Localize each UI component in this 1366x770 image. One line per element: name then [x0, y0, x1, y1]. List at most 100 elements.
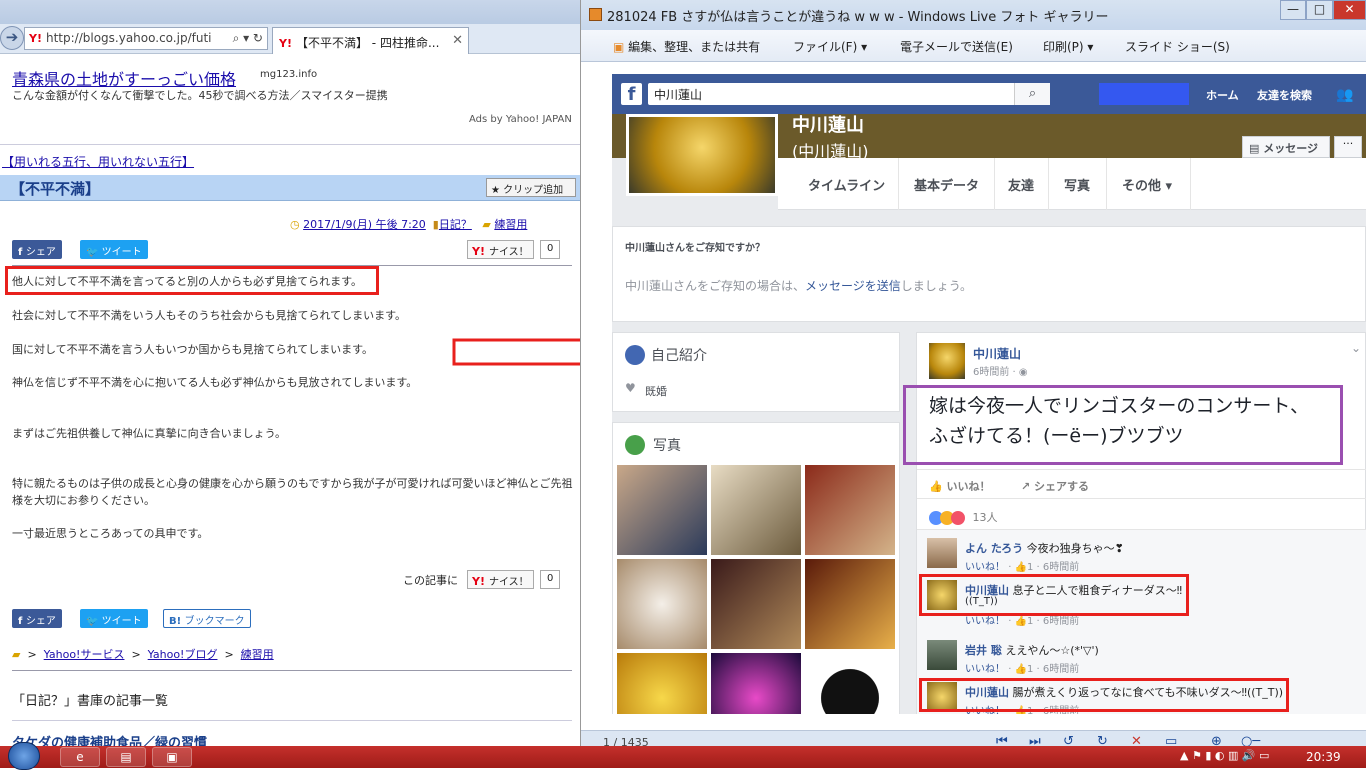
- photo-thumbnail[interactable]: [805, 465, 895, 555]
- ad-description: こんな金額が付くなんて衝撃でした。45秒で調べる方法／スマイスター提携: [12, 89, 388, 102]
- profile-picture[interactable]: [626, 114, 778, 196]
- tab-separator: [1106, 158, 1107, 210]
- search-icon[interactable]: ⌕: [1014, 83, 1050, 105]
- comment-like-link[interactable]: いいね！: [965, 562, 1005, 573]
- comment-like-link[interactable]: いいね！: [965, 616, 1005, 627]
- menu-slideshow[interactable]: スライド ショー(S): [1125, 38, 1230, 55]
- like-button[interactable]: 👍 いいね！: [929, 478, 991, 494]
- know-text: 中川蓮山さんをご存知の場合は、メッセージを送信しましょう。: [625, 277, 972, 294]
- facebook-icon: f: [18, 616, 26, 627]
- post-author[interactable]: 中川蓮山: [973, 345, 1021, 362]
- maximize-button[interactable]: □: [1306, 0, 1333, 20]
- breadcrumb-practice[interactable]: 練習用: [241, 648, 274, 661]
- comment-meta: いいね！ · 👍1 · 6時間前: [965, 660, 1079, 675]
- know-this-person-card: 中川蓮山さんをご存知ですか？ 中川蓮山さんをご存知の場合は、メッセージを送信しま…: [612, 226, 1366, 322]
- fb-search-input[interactable]: 中川蓮山: [648, 83, 1050, 105]
- breadcrumb-yahoo-blog[interactable]: Yahoo!ブログ: [148, 648, 218, 661]
- redacted-profile: [1099, 83, 1189, 105]
- close-button[interactable]: ✕: [1333, 0, 1366, 20]
- comment-body: 今夜わ独身ちゃ〜❣: [1026, 542, 1124, 555]
- share-button[interactable]: ↗ シェアする: [1021, 478, 1089, 494]
- know-heading: 中川蓮山さんをご存知ですか？: [625, 243, 765, 254]
- nav-home[interactable]: ホーム: [1206, 87, 1239, 103]
- heart-icon: ♥: [625, 381, 636, 395]
- photo-thumbnail[interactable]: [617, 653, 707, 714]
- tab-about[interactable]: 基本データ: [914, 175, 979, 194]
- photo-thumbnail[interactable]: [711, 559, 801, 649]
- minimize-button[interactable]: —: [1280, 0, 1306, 20]
- address-bar[interactable]: Y! http://blogs.yahoo.co.jp/futi ⌕ ▾ ↻: [24, 27, 268, 50]
- friends-icon[interactable]: 👥: [1336, 87, 1353, 103]
- tab-more[interactable]: その他 ▾: [1122, 175, 1172, 194]
- clip-add-button[interactable]: ★ クリップ追加: [486, 178, 576, 197]
- menu-file[interactable]: ファイル(F) ▾: [793, 38, 867, 55]
- commenter-name[interactable]: よん たろう: [965, 542, 1023, 555]
- post-date-link[interactable]: 2017/1/9(月) 午後 7:20: [303, 218, 426, 231]
- nice-button[interactable]: Y! ナイス！: [467, 240, 534, 259]
- menu-edit-share-label: 編集、整理、または共有: [628, 40, 761, 54]
- explorer-taskbar-icon[interactable]: ▤: [106, 747, 146, 767]
- tab-photos[interactable]: 写真: [1064, 175, 1090, 194]
- browser-tab[interactable]: Y! 【不平不満】 - 四柱推命... ✕: [272, 27, 469, 54]
- intro-heading: 自己紹介: [651, 348, 707, 364]
- divider: [0, 144, 583, 145]
- globe-icon: ◉: [1018, 367, 1028, 378]
- photo-thumbnail[interactable]: [805, 653, 895, 714]
- send-message-link[interactable]: メッセージを送信: [805, 279, 901, 293]
- nice-button-bottom[interactable]: Y! ナイス！: [467, 570, 534, 589]
- post-time: 6時間前 · ◉: [973, 363, 1028, 378]
- photos-icon: [625, 435, 645, 455]
- post-avatar[interactable]: [929, 343, 965, 379]
- prev-post-link[interactable]: 【用いれる五行、用いれない五行】: [2, 153, 194, 170]
- nav-find-friends[interactable]: 友達を検索: [1257, 87, 1312, 103]
- comment-avatar[interactable]: [927, 538, 957, 568]
- chevron-down-icon[interactable]: ⌄: [1351, 341, 1361, 355]
- browser-titlebar: [0, 0, 583, 24]
- menu-email[interactable]: 電子メールで送信(E): [900, 38, 1013, 55]
- bookmark-button[interactable]: B! ブックマーク: [163, 609, 251, 628]
- reactions-summary[interactable]: 13人: [929, 509, 998, 525]
- search-refresh-icon[interactable]: ⌕ ▾ ↻: [233, 31, 263, 46]
- tab-friends[interactable]: 友達: [1008, 175, 1034, 194]
- category-link-practice[interactable]: 練習用: [494, 218, 527, 231]
- breadcrumb-yahoo-services[interactable]: Yahoo!サービス: [44, 648, 125, 661]
- facebook-share-button-bottom[interactable]: f シェア: [12, 609, 62, 628]
- facebook-share-button[interactable]: f シェア: [12, 240, 62, 259]
- tweet-button-bottom[interactable]: 🐦 ツイート: [80, 609, 148, 628]
- photo-thumbnail[interactable]: [805, 559, 895, 649]
- post-time-text: 6時間前 ·: [973, 367, 1019, 378]
- post-title: 【不平不満】: [10, 180, 101, 198]
- yahoo-icon: Y!: [472, 245, 485, 258]
- category-link-diary[interactable]: 日記？: [439, 218, 472, 231]
- close-tab-icon[interactable]: ✕: [452, 33, 463, 48]
- commenter-name[interactable]: 岩井 聡: [965, 644, 1002, 657]
- hatena-icon: B!: [169, 616, 185, 627]
- taskbar-clock[interactable]: 20:39: [1306, 750, 1341, 764]
- share-label: シェア: [25, 247, 56, 258]
- photo-thumbnail[interactable]: [711, 653, 801, 714]
- photo-thumbnail[interactable]: [711, 465, 801, 555]
- facebook-logo-icon[interactable]: f: [621, 83, 642, 105]
- share-label: シェアする: [1034, 480, 1090, 493]
- back-arrow-icon[interactable]: ➔: [0, 26, 24, 50]
- ie-taskbar-icon[interactable]: e: [60, 747, 100, 767]
- ads-by-label[interactable]: Ads by Yahoo! JAPAN: [469, 114, 572, 125]
- tweet-button[interactable]: 🐦 ツイート: [80, 240, 148, 259]
- menu-edit-share[interactable]: ▣ 編集、整理、または共有: [613, 38, 760, 55]
- gallery-titlebar: 281024 FB さすが仏は言うことが違うね w w w - Windows …: [581, 0, 1366, 30]
- more-button[interactable]: ···: [1334, 136, 1362, 158]
- comment-avatar[interactable]: [927, 640, 957, 670]
- menu-print[interactable]: 印刷(P) ▾: [1043, 38, 1093, 55]
- address-url: http://blogs.yahoo.co.jp/futi: [45, 31, 212, 45]
- start-button-icon[interactable]: [8, 742, 40, 770]
- footer-ad-link[interactable]: タケダの健康補助食品／緑の習慣: [12, 732, 207, 746]
- comment-like-link[interactable]: いいね！: [965, 664, 1005, 675]
- gallery-taskbar-icon[interactable]: ▣: [152, 747, 192, 767]
- photo-thumbnail[interactable]: [617, 559, 707, 649]
- system-tray-icons[interactable]: ▲ ⚑ ▮ ◐ ▥ 🔊 ▭: [1180, 749, 1269, 762]
- photo-thumbnail[interactable]: [617, 465, 707, 555]
- facebook-screenshot: f 中川蓮山 ⌕ ホーム 友達を検索 👥 中川蓮山 (中川蓮山) ▤ メッセージ…: [612, 74, 1366, 714]
- message-button[interactable]: ▤ メッセージ: [1242, 136, 1330, 158]
- tab-timeline[interactable]: タイムライン: [808, 175, 885, 194]
- paragraph-5: まずはご先祖供養して神仏に真摯に向き合いましょう。: [12, 427, 287, 440]
